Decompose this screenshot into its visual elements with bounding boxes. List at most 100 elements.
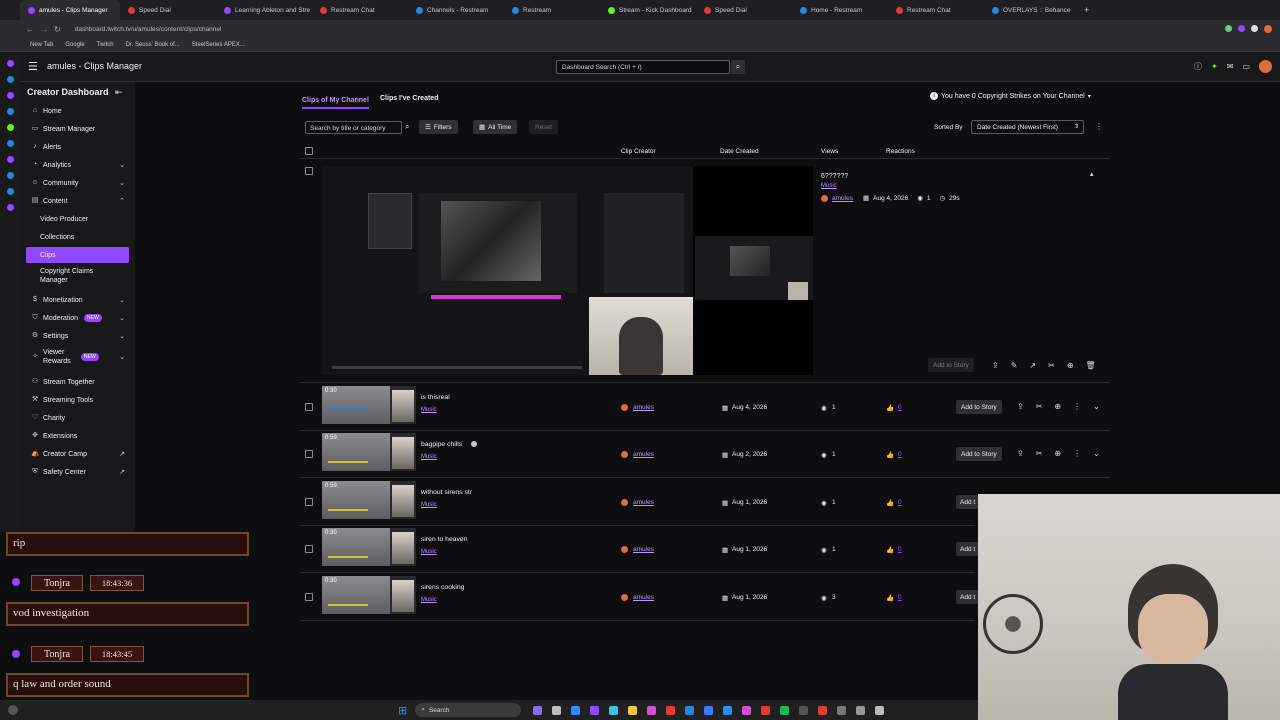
chevron-down-icon[interactable]: ⌄ bbox=[1093, 402, 1100, 411]
sidebar-item-analytics[interactable]: ◔ Analytics ⌄ bbox=[26, 157, 129, 173]
taskbar-app-icon[interactable] bbox=[704, 705, 714, 715]
extension-icon[interactable] bbox=[1225, 25, 1232, 32]
taskbar-app-icon[interactable] bbox=[571, 705, 581, 715]
clip-thumbnail[interactable]: 0:59 bbox=[322, 481, 416, 519]
app-icon[interactable] bbox=[6, 76, 14, 83]
more-options-icon[interactable]: ⋮ bbox=[1073, 449, 1081, 458]
row-checkbox[interactable] bbox=[305, 593, 313, 601]
taskbar-app-icon[interactable] bbox=[533, 705, 543, 715]
sidebar-item-video-producer[interactable]: Video Producer bbox=[26, 211, 129, 227]
more-options-icon[interactable]: ⋮ bbox=[1095, 122, 1103, 131]
taskbar-app-icon[interactable] bbox=[761, 705, 771, 715]
add-to-story-button[interactable]: Add t bbox=[956, 590, 978, 604]
taskbar-app-icon[interactable] bbox=[609, 705, 619, 715]
back-icon[interactable]: ← bbox=[26, 25, 34, 34]
chevron-down-icon[interactable]: ⌄ bbox=[1093, 449, 1100, 458]
clip-row-category[interactable]: Music bbox=[421, 597, 437, 603]
share-icon[interactable]: ⇪ bbox=[1017, 402, 1024, 411]
clip-video-player[interactable] bbox=[322, 166, 813, 375]
add-to-story-button[interactable]: Add to Story bbox=[928, 358, 974, 372]
browser-tab[interactable]: Restream bbox=[504, 0, 600, 20]
clip-row-category[interactable]: Music bbox=[421, 549, 437, 555]
select-all-checkbox[interactable] bbox=[305, 147, 313, 155]
taskbar-app-icon[interactable] bbox=[856, 705, 866, 715]
clip-row-title[interactable]: siren to heaven bbox=[421, 536, 467, 543]
external-link-icon[interactable]: ↗ bbox=[1029, 361, 1036, 370]
taskbar-app-icon[interactable] bbox=[837, 705, 847, 715]
sidebar-item-stream-together[interactable]: ⚇ Stream Together bbox=[26, 374, 129, 390]
clip-row-title[interactable]: is thisreal bbox=[421, 394, 450, 401]
help-icon[interactable]: ⓘ bbox=[1194, 61, 1202, 72]
sidebar-item-community[interactable]: ☺ Community ⌄ bbox=[26, 175, 129, 191]
clip-search-input[interactable]: Search by title or category bbox=[305, 121, 402, 134]
app-icon[interactable] bbox=[6, 188, 14, 195]
sidebar-item-streaming-tools[interactable]: ⚒ Streaming Tools bbox=[26, 392, 129, 408]
taskbar-app-icon[interactable] bbox=[799, 705, 809, 715]
windows-start-icon[interactable]: ⊞ bbox=[398, 704, 407, 717]
sidebar-item-monetization[interactable]: $ Monetization ⌄ bbox=[26, 292, 129, 308]
clip-row-category[interactable]: Music bbox=[421, 502, 437, 508]
time-range-button[interactable]: ▦ All Time bbox=[473, 120, 518, 134]
trash-icon[interactable]: 🗑 bbox=[1086, 361, 1096, 370]
taskbar-app-icon[interactable] bbox=[666, 705, 676, 715]
share-icon[interactable]: ⇪ bbox=[1017, 449, 1024, 458]
taskbar-app-icon[interactable] bbox=[875, 705, 885, 715]
add-to-story-button[interactable]: Add t bbox=[956, 495, 978, 509]
clip-thumbnail[interactable]: 0:30 bbox=[322, 528, 416, 566]
sort-dropdown[interactable]: Date Created (Newest First) ⇕ bbox=[971, 120, 1084, 134]
download-icon[interactable]: ⊕ bbox=[1067, 361, 1074, 370]
copyright-strikes-dropdown[interactable]: i You have 0 Copyright Strikes on Your C… bbox=[930, 92, 1091, 100]
add-to-story-button[interactable]: Add to Story bbox=[956, 447, 1002, 461]
clip-category-link[interactable]: Music bbox=[821, 183, 837, 189]
taskbar-app-icon[interactable] bbox=[590, 705, 600, 715]
sidebar-item-safety-center[interactable]: ⛨ Safety Center ↗ bbox=[26, 464, 129, 480]
row-checkbox[interactable] bbox=[305, 498, 313, 506]
column-header-date[interactable]: Date Created bbox=[720, 148, 759, 155]
new-tab-icon[interactable]: + bbox=[1084, 5, 1089, 15]
share-icon[interactable]: ⇪ bbox=[992, 361, 999, 370]
scissors-icon[interactable]: ✂ bbox=[1048, 361, 1055, 370]
reload-icon[interactable]: ↻ bbox=[54, 25, 61, 34]
sidebar-item-extensions[interactable]: ✥ Extensions bbox=[26, 428, 129, 444]
app-icon[interactable] bbox=[6, 108, 14, 115]
status-icon[interactable]: ✦ bbox=[1211, 62, 1218, 71]
tab-clips-ive-created[interactable]: Clips I've Created bbox=[380, 95, 438, 102]
browser-tab[interactable]: Learning Ableton and Stre bbox=[216, 0, 312, 20]
app-icon[interactable] bbox=[6, 124, 14, 131]
clip-row-title[interactable]: sirens cooking bbox=[421, 584, 464, 591]
clip-row-creator[interactable]: amules bbox=[633, 451, 654, 458]
scissors-icon[interactable]: ✂ bbox=[1036, 449, 1043, 458]
clip-row-category[interactable]: Music bbox=[421, 407, 437, 413]
taskbar-app-icon[interactable] bbox=[685, 705, 695, 715]
collapse-sidebar-icon[interactable]: ⇤ bbox=[115, 87, 123, 98]
clip-thumbnail[interactable]: 0:30 bbox=[322, 576, 416, 614]
download-icon[interactable]: ⊕ bbox=[1054, 449, 1061, 458]
extension-icon[interactable] bbox=[1251, 25, 1258, 32]
add-to-story-button[interactable]: Add t bbox=[956, 542, 978, 556]
app-icon[interactable] bbox=[6, 156, 14, 163]
sidebar-item-settings[interactable]: ⚙ Settings ⌄ bbox=[26, 328, 129, 344]
filters-button[interactable]: ☰ Filters bbox=[419, 120, 458, 134]
bookmark-item[interactable]: Google bbox=[65, 42, 84, 48]
taskbar-app-icon[interactable] bbox=[647, 705, 657, 715]
row-checkbox[interactable] bbox=[305, 450, 313, 458]
sidebar-item-content[interactable]: ▤ Content ⌃ bbox=[26, 193, 129, 209]
extension-icon[interactable] bbox=[1238, 25, 1245, 32]
column-header-reactions[interactable]: Reactions bbox=[886, 148, 915, 155]
taskbar-app-icon[interactable] bbox=[780, 705, 790, 715]
taskbar-app-icon[interactable] bbox=[742, 705, 752, 715]
hamburger-menu-icon[interactable]: ☰ bbox=[28, 60, 38, 73]
browser-tab[interactable]: Speed Dial bbox=[696, 0, 792, 20]
taskbar-app-icon[interactable] bbox=[723, 705, 733, 715]
download-icon[interactable]: ⊕ bbox=[1054, 402, 1061, 411]
sidebar-item-charity[interactable]: ♡ Charity bbox=[26, 410, 129, 426]
clip-row-title[interactable]: without sirens str bbox=[421, 489, 472, 496]
sidebar-item-stream-manager[interactable]: ▭ Stream Manager bbox=[26, 121, 129, 137]
url-text[interactable]: dashboard.twitch.tv/u/amules/content/cli… bbox=[75, 26, 222, 33]
bookmark-item[interactable]: Dr. Seuss' Book of... bbox=[126, 42, 180, 48]
app-icon[interactable] bbox=[6, 204, 14, 211]
browser-tab[interactable]: Restream Chat bbox=[312, 0, 408, 20]
app-icon[interactable] bbox=[6, 60, 14, 67]
bookmark-item[interactable]: SteelSeries APEX... bbox=[192, 42, 245, 48]
user-avatar[interactable] bbox=[1259, 60, 1272, 73]
